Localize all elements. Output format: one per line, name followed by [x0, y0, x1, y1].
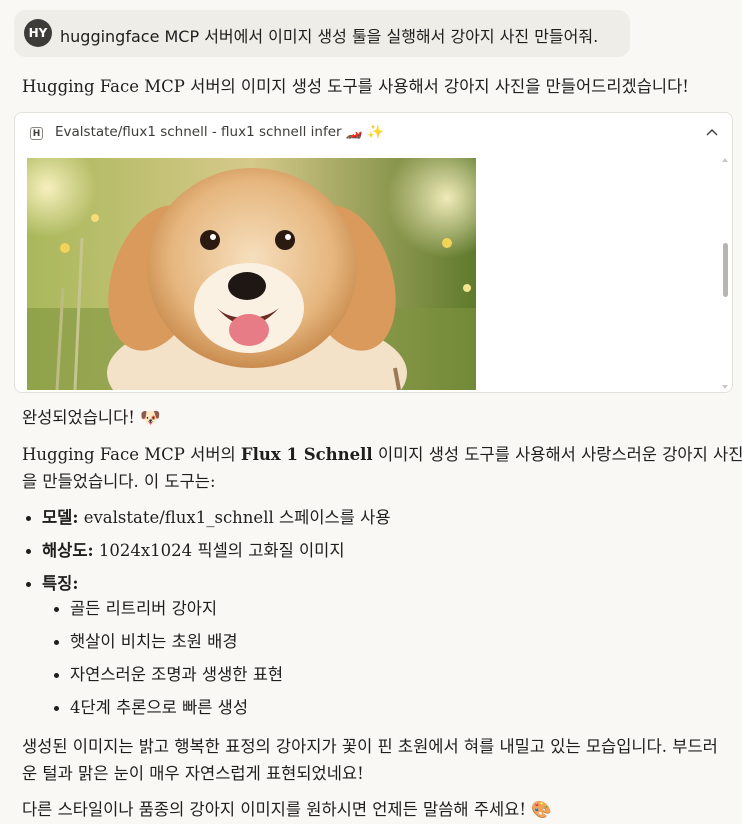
description-line-1: Hugging Face MCP 서버의 Flux 1 Schnell 이미지 …	[22, 443, 742, 467]
tool-card-scrollbar[interactable]	[718, 155, 732, 392]
huggingface-icon: H	[30, 127, 43, 140]
assistant-intro: Hugging Face MCP 서버의 이미지 생성 도구를 사용해서 강아지…	[22, 77, 689, 96]
feature-value: 1024x1024 픽셀의 고화질 이미지	[93, 541, 345, 560]
summary-line-2: 운 털과 맑은 눈이 매우 자연스럽게 표현되었네요!	[22, 764, 364, 783]
description-prefix: Hugging Face MCP 서버의	[22, 445, 241, 464]
sub-bullet-icon	[54, 673, 59, 678]
tool-title-text: Evalstate/flux1 schnell - flux1 schnell …	[55, 124, 342, 140]
sub-feature-item: 4단계 추론으로 빠른 생성	[70, 698, 249, 717]
tool-title: Evalstate/flux1 schnell - flux1 schnell …	[55, 124, 384, 140]
tool-card-header[interactable]: H Evalstate/flux1 schnell - flux1 schnel…	[15, 113, 732, 155]
user-avatar: HY	[24, 19, 52, 47]
description-suffix: 이미지 생성 도구를 사용해서 사랑스러운 강아지 사진	[372, 445, 742, 464]
feature-item-model: 모델: evalstate/flux1_schnell 스페이스를 사용	[42, 506, 391, 530]
summary-line-1: 생성된 이미지는 밝고 행복한 표정의 강아지가 꽃이 핀 초원에서 혀를 내밀…	[22, 737, 718, 756]
tool-title-emoji: 🏎️ ✨	[345, 124, 384, 140]
sub-bullet-icon	[54, 706, 59, 711]
sub-bullet-icon	[54, 607, 59, 612]
scroll-up-arrow[interactable]	[722, 158, 728, 162]
chevron-up-icon[interactable]	[704, 125, 720, 141]
sub-bullet-icon	[54, 640, 59, 645]
completion-text: 완성되었습니다! 🐶	[22, 408, 161, 427]
tool-name-bold: Flux 1 Schnell	[240, 445, 373, 464]
bullet-icon	[26, 549, 31, 554]
user-message-text: huggingface MCP 서버에서 이미지 생성 툴을 실행해서 강아지 …	[60, 27, 599, 46]
scroll-down-arrow[interactable]	[722, 385, 728, 389]
feature-item-traits: 특징:	[42, 572, 78, 596]
tool-result-card: H Evalstate/flux1 schnell - flux1 schnel…	[14, 112, 733, 393]
sub-feature-item: 자연스러운 조명과 생생한 표현	[70, 665, 284, 684]
description-line-2: 을 만들었습니다. 이 도구는:	[22, 472, 216, 491]
feature-item-resolution: 해상도: 1024x1024 픽셀의 고화질 이미지	[42, 539, 345, 563]
scroll-thumb[interactable]	[723, 243, 728, 297]
sub-feature-item: 햇살이 비치는 초원 배경	[70, 632, 238, 651]
feature-label: 모델:	[42, 508, 79, 527]
bullet-icon	[26, 582, 31, 587]
user-message-bubble: HY huggingface MCP 서버에서 이미지 생성 툴을 실행해서 강…	[14, 10, 630, 57]
bullet-icon	[26, 516, 31, 521]
generated-puppy-image	[27, 158, 476, 390]
sub-feature-item: 골든 리트리버 강아지	[70, 599, 218, 618]
closing-text: 다른 스타일이나 품종의 강아지 이미지를 원하시면 언제든 말씀해 주세요! …	[22, 800, 552, 819]
feature-label: 특징:	[42, 574, 79, 593]
feature-label: 해상도:	[42, 541, 94, 560]
feature-value: evalstate/flux1_schnell 스페이스를 사용	[78, 508, 391, 527]
